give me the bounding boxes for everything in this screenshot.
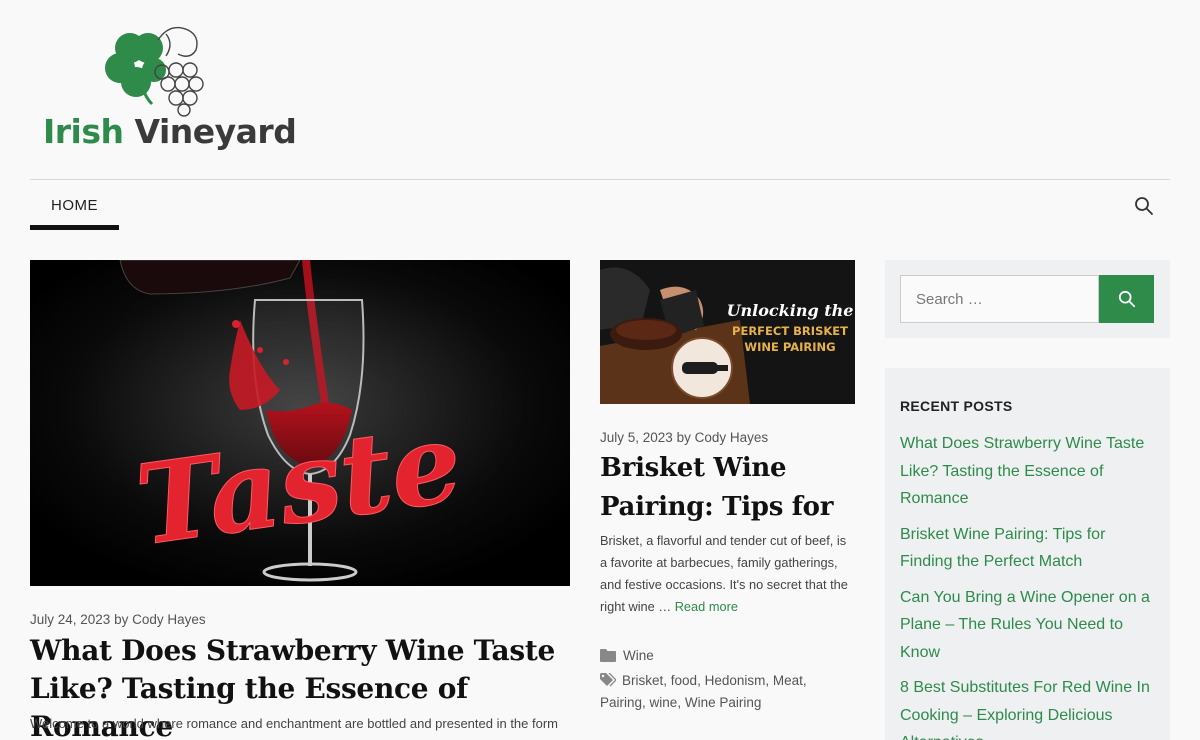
tag-link[interactable]: Brisket [622,673,663,688]
tag-link[interactable]: Wine Pairing [685,695,762,710]
post-card-date[interactable]: July 5, 2023 [600,430,673,445]
logo-word-irish: Irish [43,112,124,151]
sidebar-search-widget [885,260,1170,338]
search-submit-button[interactable] [1099,275,1154,323]
post-card-title[interactable]: Brisket Wine Pairing: Tips for [600,449,860,527]
tag-link[interactable]: Pairing [600,695,642,710]
list-item: Can You Bring a Wine Opener on a Plane –… [900,584,1155,667]
tag-link[interactable]: Meat [773,673,803,688]
recent-post-link[interactable]: 8 Best Substitutes For Red Wine In Cooki… [900,679,1150,740]
brisket-image-text-line3: WINE PAIRING [744,340,835,354]
post-card-categories: Wine [600,648,654,663]
folder-icon [600,649,616,662]
logo-text: Irish Vineyard [43,112,297,151]
featured-post-meta: July 24, 2023 by Cody Hayes [30,612,206,627]
category-link[interactable]: Wine [623,648,654,663]
featured-post-author[interactable]: Cody Hayes [132,612,206,627]
post-card-excerpt: Brisket, a flavorful and tender cut of b… [600,530,855,618]
post-card-by: by [676,430,691,445]
read-more-link[interactable]: Read more [675,599,738,614]
recent-posts-widget: RECENT POSTS What Does Strawberry Wine T… [885,368,1170,740]
tag-link[interactable]: food [671,673,697,688]
search-input[interactable] [900,275,1099,323]
recent-post-link[interactable]: Brisket Wine Pairing: Tips for Finding t… [900,526,1105,571]
featured-post-image[interactable]: Taste [30,260,570,586]
tag-icon [600,673,616,687]
list-item: What Does Strawberry Wine Taste Like? Ta… [900,430,1155,513]
featured-post-excerpt: Welcome to a world where romance and enc… [30,716,559,731]
brisket-post-image[interactable]: Unlocking the PERFECT BRISKET WINE PAIRI… [600,260,855,404]
post-card-meta: July 5, 2023 by Cody Hayes [600,430,768,445]
main-navigation: HOME [30,179,1170,231]
nav-item-home[interactable]: HOME [30,180,119,230]
recent-post-link[interactable]: What Does Strawberry Wine Taste Like? Ta… [900,435,1144,507]
brisket-wine-image: Unlocking the PERFECT BRISKET WINE PAIRI… [600,260,855,404]
nav-search-button[interactable] [1134,196,1154,216]
site-header: Irish Vineyard [0,0,1200,180]
recent-posts-list: What Does Strawberry Wine Taste Like? Ta… [900,430,1155,740]
tag-link[interactable]: wine [650,695,678,710]
list-item: 8 Best Substitutes For Red Wine In Cooki… [900,674,1155,740]
brisket-image-text-line1: Unlocking the [727,301,854,320]
wine-glass-taste-image: Taste [30,260,570,586]
search-icon [1118,290,1135,308]
tag-link[interactable]: Hedonism [705,673,766,688]
site-logo[interactable]: Irish Vineyard [40,20,297,160]
post-card-author[interactable]: Cody Hayes [695,430,769,445]
logo-shamrock-grape-icon [105,26,204,117]
recent-post-link[interactable]: Can You Bring a Wine Opener on a Plane –… [900,589,1150,661]
recent-posts-heading: RECENT POSTS [900,398,1013,414]
brisket-image-text-line2: PERFECT BRISKET [732,324,848,338]
logo-word-vineyard: Vineyard [134,112,297,151]
list-item: Brisket Wine Pairing: Tips for Finding t… [900,521,1155,576]
search-icon [1135,197,1153,215]
featured-post-date[interactable]: July 24, 2023 [30,612,110,627]
post-card-tags: Brisket, food, Hedonism, Meat, Pairing, … [600,673,807,710]
featured-post-by: by [114,612,129,627]
